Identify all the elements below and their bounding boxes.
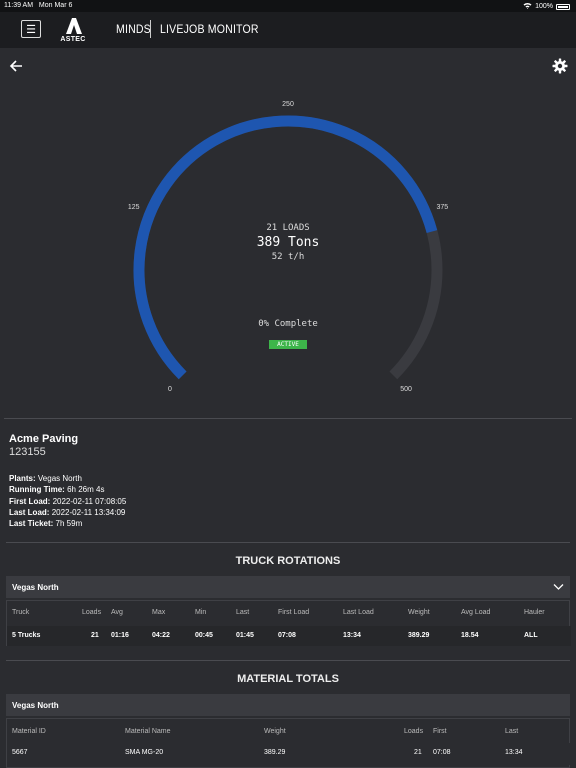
col-last: Last [505, 728, 519, 735]
cell-avg-load: 18.54 [461, 632, 479, 639]
truck-rotations-plant-toggle[interactable]: Vegas North [6, 576, 570, 598]
col-last: Last [236, 609, 250, 616]
battery-percent: 100% [535, 3, 553, 10]
wifi-icon [523, 2, 532, 11]
divider [6, 660, 570, 661]
col-material-name: Material Name [125, 728, 171, 735]
astec-logo: ASTEC [56, 17, 90, 43]
col-last-load: Last Load [343, 609, 374, 616]
table-row[interactable]: 5667 SMA MG-20 389.29 21 07:08 13:34 [7, 743, 571, 765]
gear-icon[interactable] [552, 58, 568, 74]
material-totals-plant-bar[interactable]: Vegas North [6, 694, 570, 716]
cell-max: 04:22 [152, 632, 170, 639]
col-truck: Truck [12, 609, 30, 616]
col-material-id: Material ID [12, 728, 46, 735]
company-name: Acme Paving [9, 433, 79, 445]
truck-rotations-title: TRUCK ROTATIONS [235, 555, 341, 567]
col-loads: Loads [404, 728, 424, 735]
job-number: 123155 [9, 446, 46, 458]
gauge-scale-label: 0 [168, 386, 172, 393]
plant-name: Vegas North [12, 701, 59, 710]
cell-last: 13:34 [505, 749, 523, 756]
chevron-down-icon [553, 584, 564, 590]
col-weight: Weight [408, 609, 430, 616]
status-bar: 11:39 AM Mon Mar 6 100% [0, 0, 576, 12]
col-min: Min [195, 609, 207, 616]
col-weight: Weight [264, 728, 286, 735]
job-details: Plants: Vegas North Running Time: 6h 26m… [9, 473, 126, 529]
percent-complete: 0% Complete [258, 319, 318, 329]
detail-last-load: Last Load: 2022-02-11 13:34:09 [9, 507, 126, 517]
material-totals-title: MATERIAL TOTALS [237, 673, 339, 685]
material-totals-table: Material ID Material Name Weight Loads F… [6, 718, 571, 768]
cell-hauler: ALL [524, 632, 538, 639]
table-header: Material ID Material Name Weight Loads F… [7, 728, 571, 740]
col-loads: Loads [82, 609, 102, 616]
cell-material-id: 5667 [12, 749, 28, 756]
top-navbar: ☰ ASTEC MINDS LIVEJOB MONITOR [0, 12, 576, 48]
status-time: 11:39 AM Mon Mar 6 [4, 2, 73, 9]
plant-name: Vegas North [12, 583, 59, 592]
page-title: LIVEJOB MONITOR [160, 22, 259, 36]
cell-last-load: 13:34 [343, 632, 361, 639]
brand-name: MINDS [116, 22, 151, 36]
logo-text: ASTEC [60, 36, 86, 43]
gauge-scale-label: 500 [400, 386, 412, 393]
cell-weight: 389.29 [264, 749, 286, 756]
cell-avg: 01:16 [111, 632, 129, 639]
loads-count: 21 LOADS [266, 223, 310, 233]
table-header: Truck Loads Avg Max Min Last First Load … [7, 609, 571, 621]
col-first-load: First Load [278, 609, 310, 616]
detail-plants: Plants: Vegas North [9, 474, 82, 483]
tons-per-hour: 52 t/h [271, 252, 305, 262]
cell-material-name: SMA MG-20 [125, 749, 164, 756]
cell-last: 01:45 [236, 632, 254, 639]
back-arrow-icon[interactable] [8, 58, 24, 74]
divider [6, 542, 570, 543]
brand-separator [150, 20, 151, 38]
divider [4, 418, 572, 419]
table-row[interactable]: 5 Trucks 21 01:16 04:22 00:45 01:45 07:0… [7, 626, 571, 646]
tonnage-gauge: 0 125 250 375 500 21 LOADS 389 Tons 52 t/h 0… [0, 90, 576, 410]
col-avg-load: Avg Load [461, 609, 491, 616]
status-right: 100% [523, 2, 570, 11]
truck-rotations-table: Truck Loads Avg Max Min Last First Load … [6, 600, 571, 646]
col-first: First [433, 728, 447, 735]
menu-button[interactable]: ☰ [21, 20, 41, 38]
gauge-scale-label: 250 [282, 101, 294, 108]
col-max: Max [152, 609, 166, 616]
tons-total: 389 Tons [256, 235, 320, 250]
battery-icon [556, 3, 570, 10]
detail-first-load: First Load: 2022-02-11 07:08:05 [9, 496, 127, 506]
cell-first-load: 07:08 [278, 632, 296, 639]
status-badge: ACTIVE [269, 340, 307, 349]
cell-first: 07:08 [433, 749, 451, 756]
cell-loads: 21 [91, 632, 99, 639]
menu-icon: ☰ [26, 23, 36, 36]
cell-min: 00:45 [195, 632, 213, 639]
detail-last-ticket: Last Ticket: 7h 59m [9, 519, 83, 529]
col-hauler: Hauler [524, 609, 545, 616]
cell-loads: 21 [414, 749, 422, 756]
gauge-scale-label: 125 [128, 204, 140, 211]
detail-running-time: Running Time: 6h 26m 4s [9, 485, 105, 495]
cell-truck: 5 Trucks [12, 632, 41, 639]
cell-weight: 389.29 [408, 632, 430, 639]
logo-mark-icon [66, 18, 82, 34]
col-avg: Avg [111, 609, 123, 616]
gauge-scale-label: 375 [436, 204, 448, 211]
